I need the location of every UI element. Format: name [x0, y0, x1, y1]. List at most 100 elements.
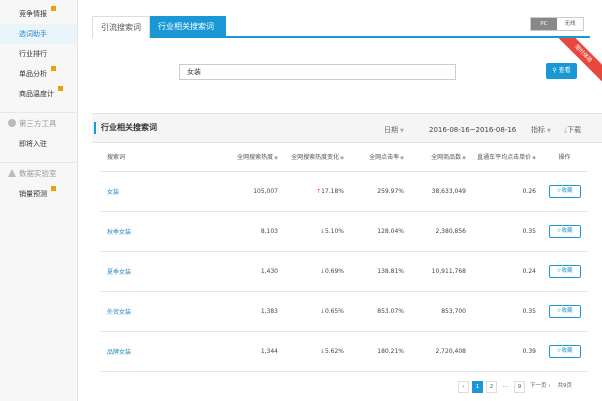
- device-wireless-button[interactable]: 无线: [557, 18, 583, 30]
- favorite-button[interactable]: ☆收藏: [548, 304, 581, 318]
- search-button[interactable]: ⚲ 查看: [546, 63, 577, 79]
- sidebar-section-data-lab: 数据实验室: [0, 162, 77, 184]
- change-cell: ↓0.65%: [284, 291, 350, 332]
- action-cell: ☆收藏: [542, 171, 587, 212]
- chevron-down-icon: ▼: [547, 128, 551, 134]
- sidebar-item-sales-forecast[interactable]: 销量预测: [0, 184, 77, 204]
- sidebar-item-coming-soon[interactable]: 即将入驻: [0, 134, 77, 154]
- sort-icon: ◆: [274, 155, 278, 162]
- pagination: ‹ 1 2 ... 9 下一页 › 共9页: [458, 380, 577, 393]
- keyword-cell: 秋季女装: [100, 211, 218, 252]
- keyword-link[interactable]: 外贸女装: [107, 309, 131, 316]
- cpc-cell: 0.24: [472, 251, 542, 292]
- page-button[interactable]: 9: [514, 380, 525, 393]
- prev-page-button[interactable]: ‹: [458, 380, 469, 393]
- next-page-button[interactable]: 下一页 ›: [528, 380, 553, 393]
- total-pages: 共9页: [555, 380, 574, 393]
- col-avg-cpc[interactable]: 直通车平均点击单价◆: [472, 143, 542, 172]
- cpc-cell: 0.35: [472, 291, 542, 332]
- change-cell: ↓5.10%: [284, 211, 350, 252]
- ctr-cell: 259.97%: [350, 171, 410, 212]
- table-header-row: 搜索词 全网搜索热度◆ 全网搜索热度变化◆ 全网点击率◆ 全网商品数◆ 直通车平…: [100, 143, 587, 172]
- action-cell: ☆收藏: [542, 331, 587, 372]
- keyword-link[interactable]: 秋季女装: [107, 229, 131, 236]
- page-button[interactable]: 1: [472, 380, 483, 393]
- favorite-button[interactable]: ☆收藏: [548, 344, 581, 358]
- sort-icon: ◆: [462, 155, 466, 162]
- keyword-cell: 女装: [100, 171, 218, 212]
- date-dropdown[interactable]: 日期 ▼: [384, 124, 404, 137]
- heat-cell: 105,007: [218, 171, 284, 212]
- gear-icon: [8, 119, 16, 127]
- sort-icon: ◆: [340, 155, 344, 162]
- heat-cell: 1,344: [218, 331, 284, 372]
- heat-cell: 1,430: [218, 251, 284, 292]
- action-cell: ☆收藏: [542, 291, 587, 332]
- keyword-link[interactable]: 夏季女装: [107, 269, 131, 276]
- product-count-cell: 38,633,049: [410, 171, 472, 212]
- sidebar-item-keyword-helper[interactable]: 选词助手: [0, 24, 77, 44]
- main-content: 引流搜索词 行业相关搜索词 PC 无线 限时体验 女装 ⚲ 查看 行业相关搜索词…: [78, 0, 602, 401]
- page-button[interactable]: 2: [486, 380, 497, 393]
- product-count-cell: 10,911,768: [410, 251, 472, 292]
- page-ellipsis: ...: [500, 380, 511, 393]
- keyword-cell: 外贸女装: [100, 291, 218, 332]
- cpc-cell: 0.26: [472, 171, 542, 212]
- action-cell: ☆收藏: [542, 251, 587, 292]
- keyword-table: 搜索词 全网搜索热度◆ 全网搜索热度变化◆ 全网点击率◆ 全网商品数◆ 直通车平…: [100, 143, 587, 372]
- favorite-button[interactable]: ☆收藏: [548, 184, 581, 198]
- action-cell: ☆收藏: [542, 211, 587, 252]
- sidebar-item-product-thermometer[interactable]: 商品温度计: [0, 84, 77, 104]
- col-keyword: 搜索词: [100, 143, 218, 172]
- tab-industry-keywords[interactable]: 行业相关搜索词: [150, 16, 226, 38]
- date-range[interactable]: 2016-08-16~2016-08-16: [429, 124, 516, 136]
- chevron-down-icon: ▼: [400, 128, 404, 134]
- new-flag-icon: [58, 86, 63, 91]
- table-body: 女装 105,007 ↑17.18% 259.97% 38,633,049 0.26 ☆收藏…: [100, 171, 587, 372]
- tab-traffic-keywords[interactable]: 引流搜索词: [92, 16, 150, 38]
- download-button[interactable]: ⤓下载: [564, 124, 581, 136]
- device-switch: PC 无线: [530, 17, 584, 31]
- table-row: 秋季女装 8,103 ↓5.10% 128.04% 2,380,856 0.35 ☆收藏: [100, 211, 587, 252]
- sidebar-item-competition[interactable]: 竞争情报: [0, 4, 77, 24]
- product-count-cell: 2,720,408: [410, 331, 472, 372]
- product-count-cell: 2,380,856: [410, 211, 472, 252]
- col-product-count[interactable]: 全网商品数◆: [410, 143, 472, 172]
- col-ctr[interactable]: 全网点击率◆: [350, 143, 410, 172]
- table-row: 外贸女装 1,383 ↓0.65% 853.07% 853,700 0.35 ☆收藏: [100, 291, 587, 332]
- sidebar: 竞争情报 选词助手 行业排行 单品分析 商品温度计 第三方工具 即将入驻 数据实…: [0, 0, 78, 401]
- new-flag-icon: [51, 186, 56, 191]
- col-action: 操作: [542, 143, 587, 172]
- cpc-cell: 0.39: [472, 331, 542, 372]
- table-row: 女装 105,007 ↑17.18% 259.97% 38,633,049 0.26 ☆收藏: [100, 171, 587, 212]
- col-search-heat[interactable]: 全网搜索热度◆: [218, 143, 284, 172]
- keyword-link[interactable]: 女装: [107, 189, 119, 196]
- device-pc-button[interactable]: PC: [531, 18, 557, 30]
- change-cell: ↓0.69%: [284, 251, 350, 292]
- panel-header: 行业相关搜索词 日期 ▼ 2016-08-16~2016-08-16 指标 ▼ ⤓下…: [92, 113, 602, 143]
- heat-cell: 1,383: [218, 291, 284, 332]
- flask-icon: [8, 169, 16, 177]
- keyword-link[interactable]: 品牌女装: [107, 349, 131, 356]
- search-icon: ⚲: [552, 67, 557, 74]
- table-row: 夏季女装 1,430 ↓0.69% 138.81% 10,911,768 0.24 ☆收藏: [100, 251, 587, 292]
- keyword-cell: 品牌女装: [100, 331, 218, 372]
- ctr-cell: 128.04%: [350, 211, 410, 252]
- keyword-search-input[interactable]: 女装: [179, 64, 456, 80]
- keyword-cell: 夏季女装: [100, 251, 218, 292]
- ctr-cell: 180.21%: [350, 331, 410, 372]
- change-cell: ↓5.62%: [284, 331, 350, 372]
- sidebar-item-product-analysis[interactable]: 单品分析: [0, 64, 77, 84]
- heat-cell: 8,103: [218, 211, 284, 252]
- favorite-button[interactable]: ☆收藏: [548, 264, 581, 278]
- table-row: 品牌女装 1,344 ↓5.62% 180.21% 2,720,408 0.39 ☆收藏: [100, 331, 587, 372]
- new-flag-icon: [51, 6, 56, 11]
- sidebar-item-industry-rank[interactable]: 行业排行: [0, 44, 77, 64]
- favorite-button[interactable]: ☆收藏: [548, 224, 581, 238]
- change-cell: ↑17.18%: [284, 171, 350, 212]
- panel-title: 行业相关搜索词: [94, 122, 157, 134]
- metric-dropdown[interactable]: 指标 ▼: [531, 124, 551, 137]
- new-flag-icon: [51, 66, 56, 71]
- sort-icon: ◆: [532, 155, 536, 162]
- col-heat-change[interactable]: 全网搜索热度变化◆: [284, 143, 350, 172]
